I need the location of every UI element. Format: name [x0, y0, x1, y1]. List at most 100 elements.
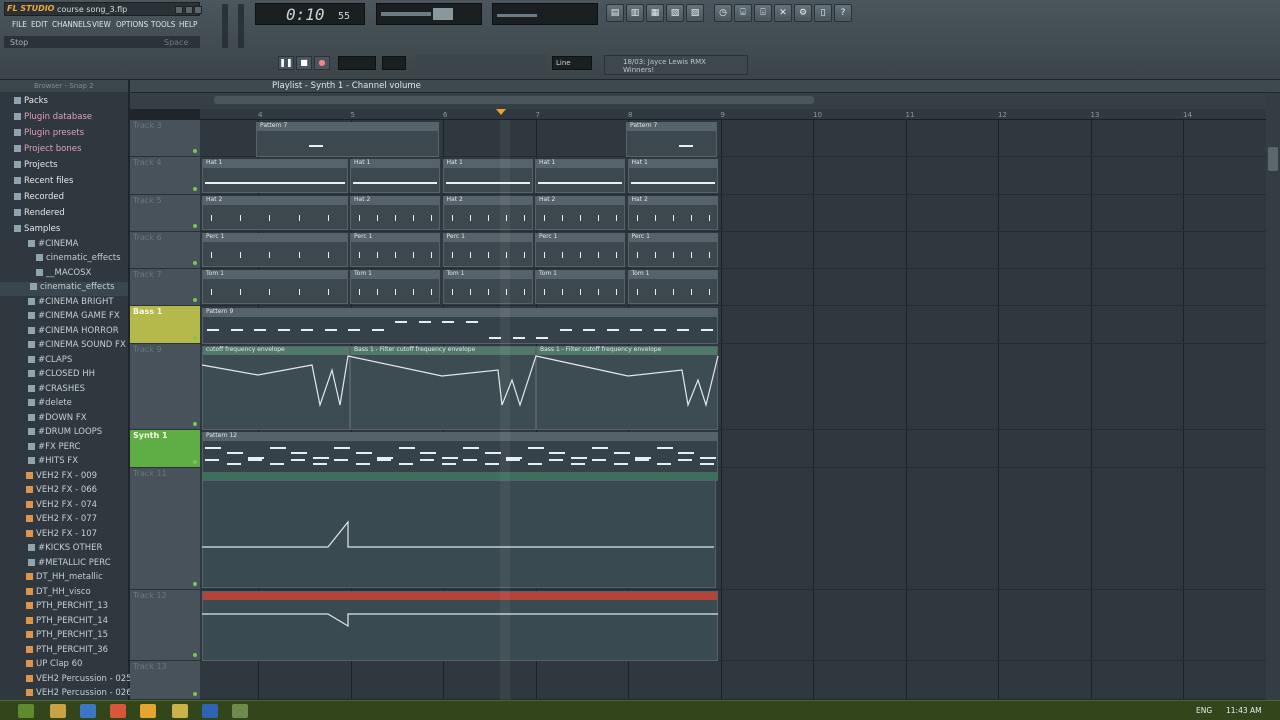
browser-item[interactable]: Plugin database: [14, 112, 92, 126]
browser-item[interactable]: VEH2 FX - 009: [26, 471, 97, 485]
browser-item[interactable]: DT_HH_visco: [26, 587, 91, 601]
browser-item[interactable]: UP Clap 60: [26, 659, 82, 673]
browser-item[interactable]: PTH_PERCHIT_36: [26, 645, 108, 659]
help-button[interactable]: ?: [834, 4, 852, 22]
tb-button-4[interactable]: ▧: [666, 4, 684, 22]
snap-controls[interactable]: [416, 54, 546, 76]
track-mute-led[interactable]: [193, 582, 197, 586]
tb-button-6[interactable]: ◷: [714, 4, 732, 22]
news-panel[interactable]: 18/03: Jayce Lewis RMX Winners!: [604, 55, 748, 75]
folder-icon[interactable]: [172, 704, 188, 718]
menu-channels[interactable]: CHANNELS: [52, 20, 91, 29]
track-mute-led[interactable]: [193, 692, 197, 696]
browser-item[interactable]: #FX PERC: [28, 442, 80, 456]
timeline-ruler[interactable]: [200, 109, 1266, 120]
browser-item[interactable]: Rendered: [14, 208, 65, 222]
browser-item[interactable]: #METALLIC PERC: [28, 558, 111, 572]
app-icon[interactable]: [232, 704, 248, 718]
menu-options[interactable]: OPTIONS: [116, 20, 148, 29]
browser-item[interactable]: #CLOSED HH: [28, 369, 95, 383]
track-mute-led[interactable]: [193, 187, 197, 191]
tempo-display[interactable]: [338, 56, 376, 70]
browser-item[interactable]: PTH_PERCHIT_13: [26, 601, 108, 615]
track-header[interactable]: Bass 1: [130, 306, 200, 344]
menu-tools[interactable]: TOOLS: [151, 20, 175, 29]
maximize-icon[interactable]: [185, 6, 193, 14]
browser-item[interactable]: #DRUM LOOPS: [28, 427, 102, 441]
browser-item[interactable]: cinematic_effects: [36, 253, 121, 267]
time-display[interactable]: 0:10 55: [255, 3, 365, 25]
browser-item[interactable]: Recent files: [14, 176, 73, 190]
browser-item[interactable]: Projects: [14, 160, 58, 174]
tb-button-10[interactable]: ⚙: [794, 4, 812, 22]
browser-item[interactable]: #CLAPS: [28, 355, 72, 369]
tb-button-2[interactable]: ▥: [626, 4, 644, 22]
track-mute-led[interactable]: [193, 224, 197, 228]
browser-icon[interactable]: [80, 704, 96, 718]
browser-item[interactable]: Packs: [14, 96, 48, 110]
minimize-icon[interactable]: [175, 6, 183, 14]
playhead-marker[interactable]: [496, 109, 506, 115]
track-mute-led[interactable]: [193, 460, 197, 464]
browser-item[interactable]: Project bones: [14, 144, 81, 158]
track-header[interactable]: Track 12: [130, 590, 200, 661]
tb-button-11[interactable]: ▯: [814, 4, 832, 22]
playlist-grid[interactable]: Pattern 7 Pattern 7 Hat 1 Hat 1 Hat 1 Hat 1 Ha…: [200, 120, 1266, 700]
browser-item[interactable]: PTH_PERCHIT_14: [26, 616, 108, 630]
master-volume-slider[interactable]: [222, 4, 228, 48]
track-mute-led[interactable]: [193, 422, 197, 426]
track-header[interactable]: Track 4: [130, 157, 200, 195]
tb-button-5[interactable]: ▨: [686, 4, 704, 22]
start-button[interactable]: [18, 704, 34, 718]
track-header[interactable]: Synth 1: [130, 430, 200, 468]
track-header[interactable]: Track 13: [130, 661, 200, 700]
pattern-display[interactable]: [382, 56, 406, 70]
browser-item[interactable]: #CINEMA GAME FX: [28, 311, 120, 325]
clock[interactable]: 11:43 AM: [1226, 706, 1262, 715]
browser-item[interactable]: __MACOSX: [36, 268, 91, 282]
playlist-vscroll[interactable]: [1266, 93, 1280, 700]
browser-item[interactable]: #DOWN FX: [28, 413, 87, 427]
browser-item[interactable]: VEH2 FX - 107: [26, 529, 97, 543]
track-mute-led[interactable]: [193, 298, 197, 302]
track-header[interactable]: Track 6: [130, 232, 200, 269]
track-header[interactable]: Track 11: [130, 468, 200, 590]
tb-button-3[interactable]: ▦: [646, 4, 664, 22]
master-pitch-slider[interactable]: [238, 4, 244, 48]
browser-item[interactable]: VEH2 FX - 077: [26, 514, 97, 528]
word-icon[interactable]: [202, 704, 218, 718]
language-indicator[interactable]: ENG: [1196, 706, 1212, 715]
stop-button[interactable]: ■: [296, 56, 312, 70]
browser-item[interactable]: VEH2 FX - 066: [26, 485, 97, 499]
browser-item[interactable]: cinematic_effects: [0, 282, 128, 296]
browser-item[interactable]: Recorded: [14, 192, 64, 206]
browser-item[interactable]: #HITS FX: [28, 456, 78, 470]
browser-item[interactable]: DT_HH_metallic: [26, 572, 103, 586]
close-icon[interactable]: [194, 6, 202, 14]
browser-item[interactable]: #CINEMA HORROR: [28, 326, 119, 340]
record-button[interactable]: ●: [314, 56, 330, 70]
track-mute-led[interactable]: [193, 261, 197, 265]
menu-file[interactable]: FILE: [12, 20, 27, 29]
chrome-icon[interactable]: [110, 704, 126, 718]
tb-button-8[interactable]: ⌹: [754, 4, 772, 22]
track-header[interactable]: Track 5: [130, 195, 200, 232]
title-bar[interactable]: FL STUDIO course song_3.flp: [4, 2, 202, 16]
browser-item[interactable]: #CINEMA SOUND FX: [28, 340, 126, 354]
browser-item[interactable]: VEH2 FX - 074: [26, 500, 97, 514]
menu-help[interactable]: HELP: [179, 20, 197, 29]
track-header[interactable]: Track 9: [130, 344, 200, 430]
track-mute-led[interactable]: [193, 149, 197, 153]
browser-item[interactable]: #delete: [28, 398, 72, 412]
browser-item[interactable]: Samples: [14, 224, 60, 238]
track-header[interactable]: Track 7: [130, 269, 200, 306]
tb-button-1[interactable]: ▤: [606, 4, 624, 22]
browser-item[interactable]: VEH2 Percussion - 025: [26, 674, 132, 688]
browser-item[interactable]: #CINEMA: [28, 239, 78, 253]
fl-studio-icon[interactable]: [140, 704, 156, 718]
tb-button-7[interactable]: ⌸: [734, 4, 752, 22]
snap-select[interactable]: Line: [552, 56, 592, 70]
browser-item[interactable]: #CINEMA BRIGHT: [28, 297, 114, 311]
browser-item[interactable]: PTH_PERCHIT_15: [26, 630, 108, 644]
browser-item[interactable]: Plugin presets: [14, 128, 84, 142]
